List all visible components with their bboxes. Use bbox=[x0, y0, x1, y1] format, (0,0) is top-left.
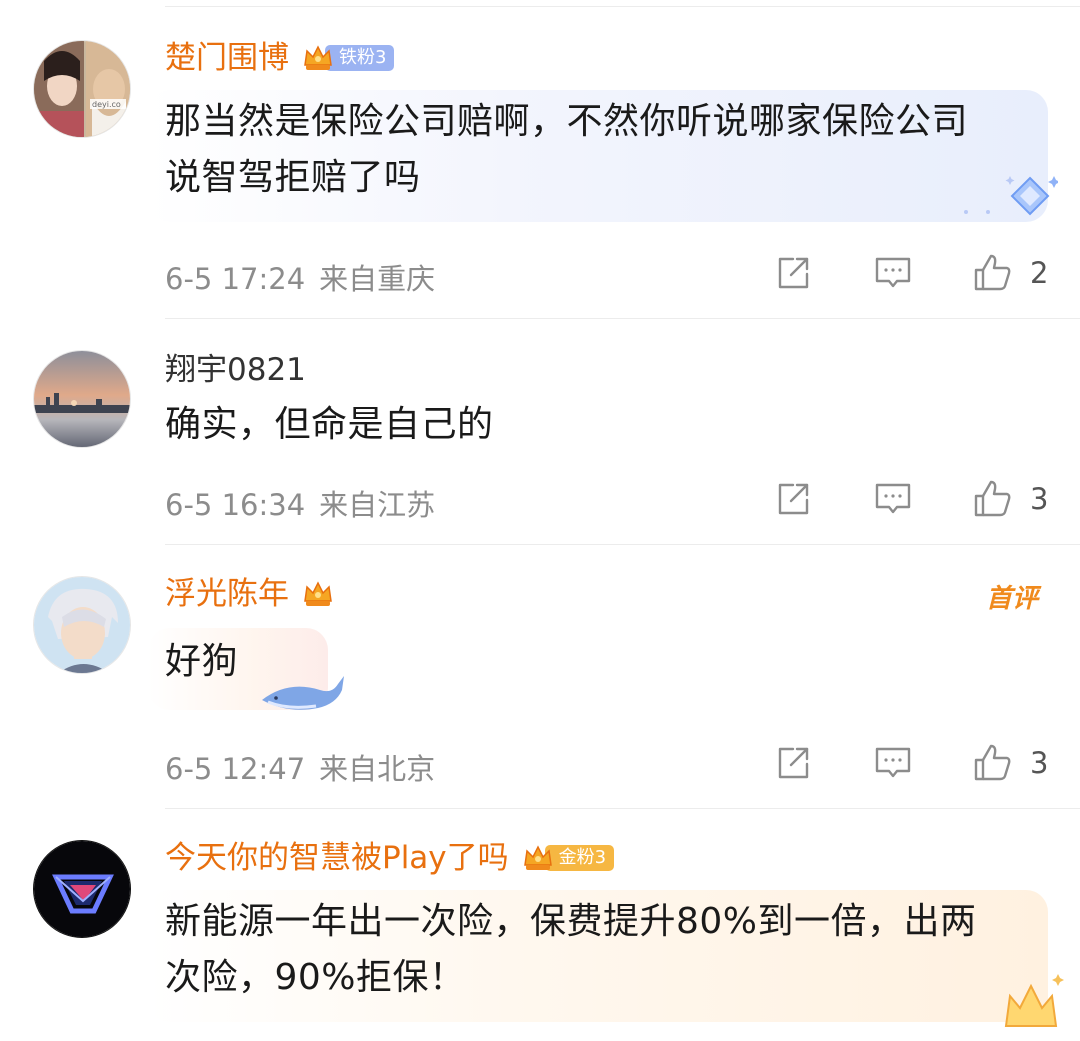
fan-badge-label: 铁粉3 bbox=[325, 45, 395, 71]
like-count: 3 bbox=[1030, 746, 1049, 780]
comment-time: 6-5 16:34 bbox=[165, 488, 306, 522]
username[interactable]: 翔宇0821 bbox=[165, 350, 306, 390]
username[interactable]: 浮光陈年 bbox=[165, 574, 289, 614]
share-button[interactable] bbox=[770, 253, 816, 293]
comment-time: 6-5 12:47 bbox=[165, 752, 306, 786]
reply-icon bbox=[875, 257, 911, 288]
vip-crown-badge bbox=[301, 577, 335, 611]
crown-decoration-icon bbox=[996, 970, 1066, 1034]
avatar[interactable] bbox=[33, 576, 131, 674]
username[interactable]: 今天你的智慧被Play了吗 bbox=[165, 838, 509, 878]
fan-badge-label: 金粉3 bbox=[544, 845, 615, 871]
fan-badge[interactable]: 铁粉3 bbox=[301, 41, 395, 75]
like-button[interactable] bbox=[970, 742, 1016, 784]
whale-decoration-icon bbox=[258, 660, 348, 724]
fan-badge[interactable]: 金粉3 bbox=[521, 841, 615, 875]
crown-icon bbox=[304, 581, 332, 606]
comment-location: 来自北京 bbox=[319, 752, 436, 786]
reply-button[interactable] bbox=[870, 479, 916, 519]
comment-divider bbox=[165, 544, 1080, 545]
like-icon bbox=[974, 254, 1011, 291]
like-button[interactable] bbox=[970, 478, 1016, 520]
crown-icon bbox=[304, 45, 332, 70]
like-icon bbox=[974, 744, 1011, 781]
comment-time: 6-5 17:24 bbox=[165, 262, 306, 296]
first-comment-tag: 首评 bbox=[985, 584, 1038, 614]
share-icon bbox=[778, 483, 809, 515]
share-icon bbox=[778, 747, 809, 779]
comment-text: 确实，但命是自己的 bbox=[165, 404, 494, 445]
top-divider bbox=[165, 6, 1080, 7]
reply-button[interactable] bbox=[870, 743, 916, 783]
share-button[interactable] bbox=[770, 479, 816, 519]
comment-location: 来自江苏 bbox=[319, 488, 436, 522]
username[interactable]: 楚门围博 bbox=[165, 38, 289, 78]
like-count: 2 bbox=[1030, 256, 1049, 290]
avatar-watermark: deyi.co bbox=[92, 100, 121, 109]
share-button[interactable] bbox=[770, 743, 816, 783]
like-button[interactable] bbox=[970, 252, 1016, 294]
like-count: 3 bbox=[1030, 482, 1049, 516]
avatar[interactable]: deyi.co bbox=[33, 40, 131, 138]
comment-divider bbox=[165, 318, 1080, 319]
diamond-decoration-icon bbox=[958, 170, 1060, 229]
comment-text: 新能源一年出一次险，保费提升80%到一倍，出两 次险，90%拒保！ bbox=[165, 901, 977, 998]
comment-divider bbox=[165, 808, 1080, 809]
comment-text: 好狗 bbox=[165, 641, 239, 682]
reply-icon bbox=[875, 747, 911, 778]
share-icon bbox=[778, 257, 809, 289]
like-icon bbox=[974, 480, 1011, 517]
comment-location: 来自重庆 bbox=[319, 262, 436, 296]
reply-icon bbox=[875, 483, 911, 514]
reply-button[interactable] bbox=[870, 253, 916, 293]
crown-icon bbox=[523, 845, 552, 870]
comment-text: 那当然是保险公司赔啊，不然你听说哪家保险公司 说智驾拒赔了吗 bbox=[165, 101, 969, 198]
avatar[interactable] bbox=[33, 840, 131, 938]
avatar[interactable] bbox=[33, 350, 131, 448]
